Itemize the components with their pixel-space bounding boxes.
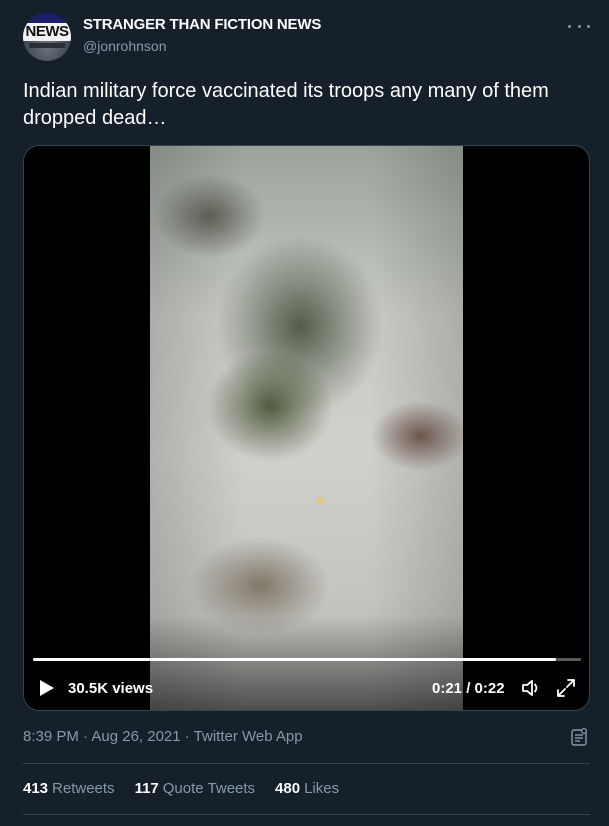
retweets-stat[interactable]: 413 Retweets bbox=[23, 780, 115, 800]
tweet-stats: 413 Retweets 117 Quote Tweets 480 Likes bbox=[23, 780, 359, 800]
analytics-icon[interactable] bbox=[569, 727, 589, 747]
author-name[interactable]: STRANGER THAN FICTION NEWS bbox=[83, 16, 321, 33]
avatar[interactable]: NEWS bbox=[23, 13, 71, 61]
quote-tweets-label: Quote Tweets bbox=[162, 780, 256, 797]
volume-icon[interactable] bbox=[520, 677, 542, 699]
divider bbox=[23, 763, 590, 764]
likes-count: 480 bbox=[275, 780, 301, 797]
tweet-timestamp[interactable]: 8:39 PM · Aug 26, 2021 · Twitter Web App bbox=[23, 728, 303, 745]
avatar-banner bbox=[23, 13, 71, 23]
video-views: 30.5K views bbox=[68, 680, 154, 697]
expand-icon[interactable] bbox=[555, 677, 577, 699]
video-player[interactable]: 30.5K views 0:21 / 0:22 bbox=[23, 145, 590, 711]
video-time: 0:21 / 0:22 bbox=[432, 680, 505, 697]
retweets-label: Retweets bbox=[52, 780, 115, 797]
tweet-text: Indian military force vaccinated its tro… bbox=[23, 80, 549, 129]
quote-tweets-stat[interactable]: 117 Quote Tweets bbox=[135, 780, 255, 800]
avatar-strip bbox=[29, 43, 65, 48]
more-icon[interactable] bbox=[568, 16, 590, 36]
video-progress-bar[interactable] bbox=[33, 658, 581, 661]
likes-stat[interactable]: 480 Likes bbox=[275, 780, 339, 800]
divider bbox=[23, 814, 590, 815]
author-handle[interactable]: @jonrohnson bbox=[83, 38, 167, 54]
video-progress-fill bbox=[33, 658, 557, 661]
avatar-logo-text: NEWS bbox=[23, 23, 71, 41]
likes-label: Likes bbox=[304, 780, 340, 797]
play-icon[interactable] bbox=[39, 679, 55, 697]
quote-tweets-count: 117 bbox=[134, 780, 159, 797]
retweets-count: 413 bbox=[23, 780, 49, 797]
tweet: NEWS STRANGER THAN FICTION NEWS @jonrohn… bbox=[0, 0, 609, 826]
